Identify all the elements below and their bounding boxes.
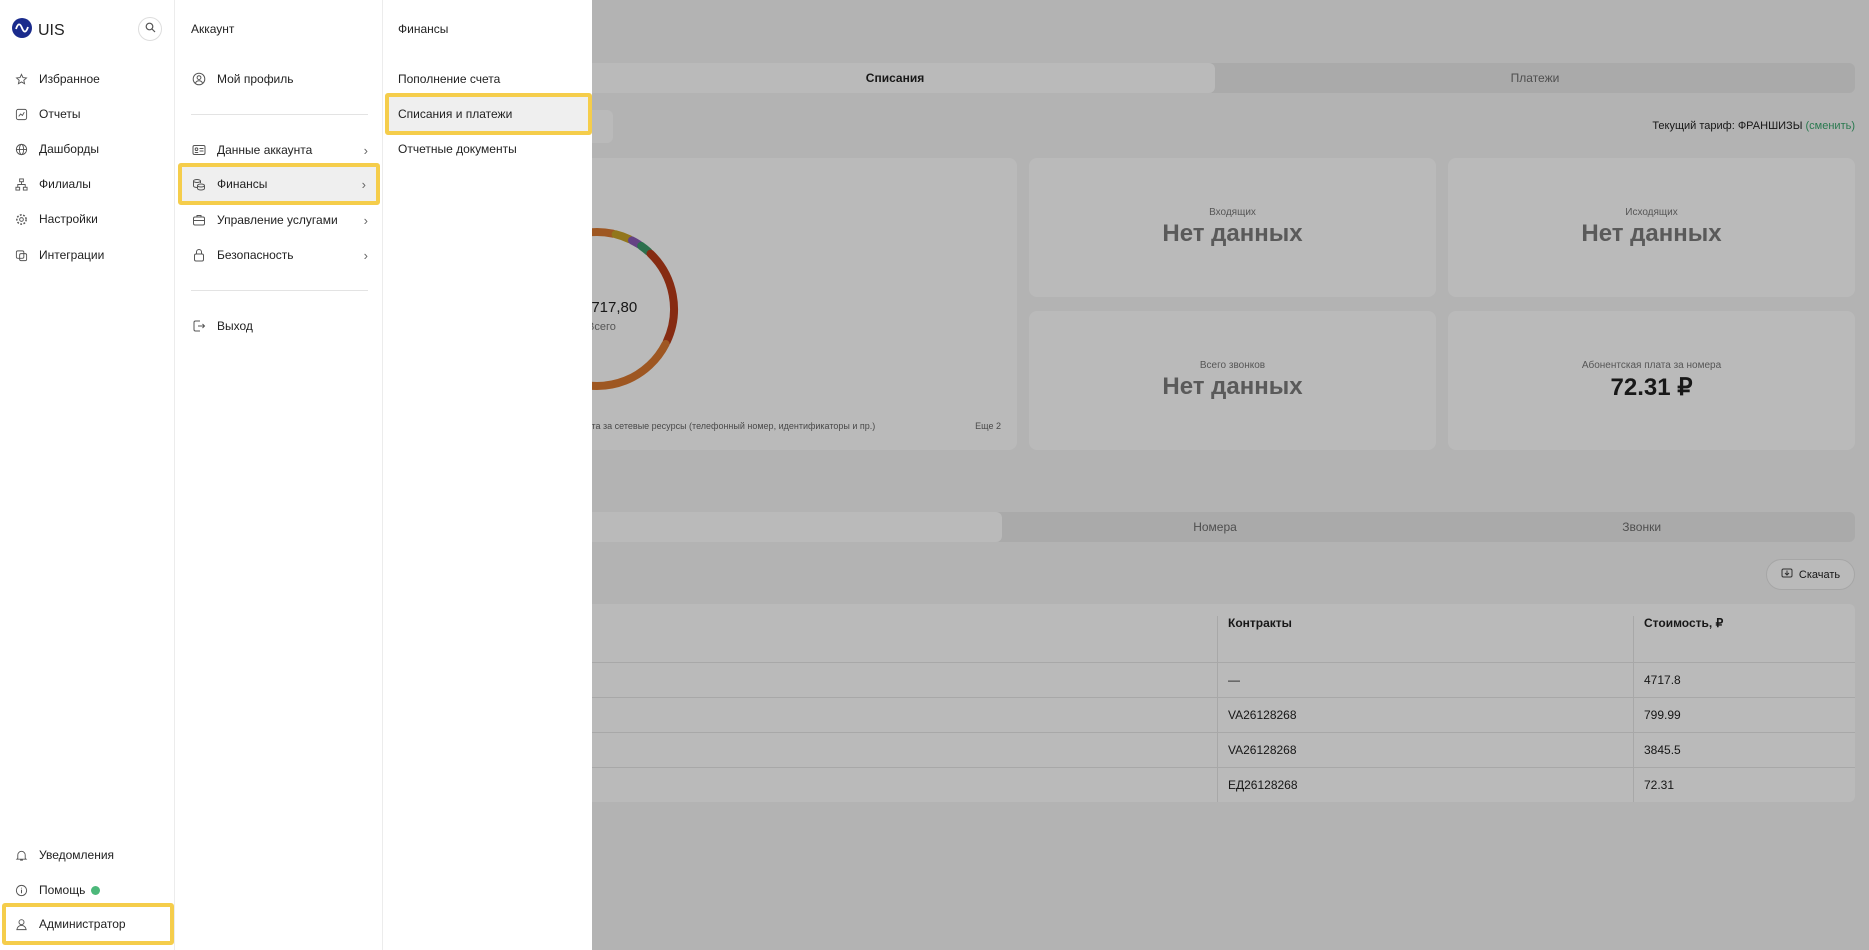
submenu-item-label: Пополнение счета [398, 72, 501, 86]
menu-item-security[interactable]: Безопасность › [175, 238, 382, 272]
menu-item-finance[interactable]: Финансы › [178, 163, 380, 205]
submenu-item-label: Отчетные документы [398, 142, 517, 156]
lock-icon [191, 247, 207, 263]
uis-logo-icon [12, 18, 32, 43]
app-logo[interactable]: UIS [12, 18, 65, 43]
profile-circle-icon [191, 71, 207, 87]
sidebar-item-branches[interactable]: Филиалы [0, 167, 174, 201]
menu-divider [191, 114, 368, 115]
search-button[interactable] [138, 17, 162, 41]
sidebar-item-label: Филиалы [39, 177, 91, 191]
coins-icon [191, 176, 207, 192]
sidebar-item-help[interactable]: Помощь [0, 873, 174, 907]
chart-icon [13, 106, 29, 122]
sidebar-item-label: Отчеты [39, 107, 81, 121]
submenu-item-reporting-documents[interactable]: Отчетные документы [383, 132, 592, 166]
branches-icon [13, 176, 29, 192]
menu-item-label: Безопасность [217, 248, 294, 262]
sidebar-item-administrator[interactable]: Администратор [2, 903, 174, 945]
chevron-right-icon: › [363, 142, 368, 158]
app-name: UIS [38, 21, 65, 39]
gear-icon [13, 211, 29, 227]
id-card-icon [191, 142, 207, 158]
submenu-item-top-up[interactable]: Пополнение счета [383, 62, 592, 96]
sidebar-item-settings[interactable]: Настройки [0, 202, 174, 236]
menu-item-account-data[interactable]: Данные аккаунта › [175, 133, 382, 167]
menu-divider [191, 290, 368, 291]
sidebar-item-notifications[interactable]: Уведомления [0, 838, 174, 872]
chevron-right-icon: › [363, 212, 368, 228]
menu-item-my-profile[interactable]: Мой профиль [175, 62, 382, 96]
chevron-right-icon: › [361, 176, 366, 192]
info-icon [13, 882, 29, 898]
help-status-dot [91, 885, 101, 895]
sidebar-item-integrations[interactable]: Интеграции [0, 238, 174, 272]
sidebar-item-label: Администратор [39, 917, 126, 931]
menu-item-label: Мой профиль [217, 72, 294, 86]
submenu-item-label: Списания и платежи [398, 107, 513, 121]
menu-item-logout[interactable]: Выход [175, 309, 382, 343]
submenu-item-charges-and-payments[interactable]: Списания и платежи [385, 93, 592, 135]
star-icon [13, 71, 29, 87]
sidebar-item-label: Интеграции [39, 248, 105, 262]
user-icon [13, 916, 29, 932]
main-sidebar: UIS Избранное Отчеты Дашборды Филиалы На… [0, 0, 175, 950]
finance-submenu: Финансы Пополнение счета Списания и плат… [383, 0, 592, 950]
sidebar-item-dashboards[interactable]: Дашборды [0, 132, 174, 166]
sidebar-item-label: Дашборды [39, 142, 99, 156]
menu-item-label: Финансы [217, 177, 268, 191]
account-menu: Аккаунт Мой профиль Данные аккаунта › Фи… [175, 0, 383, 950]
menu-item-label: Выход [217, 319, 253, 333]
globe-icon [13, 141, 29, 157]
menu-item-label: Управление услугами [217, 213, 338, 227]
sidebar-item-favorites[interactable]: Избранное [0, 62, 174, 96]
sidebar-item-label: Настройки [39, 212, 98, 226]
logout-icon [191, 318, 207, 334]
search-icon [145, 20, 156, 38]
sidebar-item-reports[interactable]: Отчеты [0, 97, 174, 131]
sidebar-item-label: Избранное [39, 72, 100, 86]
integrations-icon [13, 247, 29, 263]
chevron-right-icon: › [363, 247, 368, 263]
briefcase-icon [191, 212, 207, 228]
bell-icon [13, 847, 29, 863]
menu-item-service-management[interactable]: Управление услугами › [175, 203, 382, 237]
account-menu-title: Аккаунт [191, 22, 235, 36]
menu-item-label: Данные аккаунта [217, 143, 313, 157]
finance-menu-title: Финансы [398, 22, 449, 36]
sidebar-item-label: Помощь [39, 883, 86, 897]
sidebar-item-label: Уведомления [39, 848, 115, 862]
